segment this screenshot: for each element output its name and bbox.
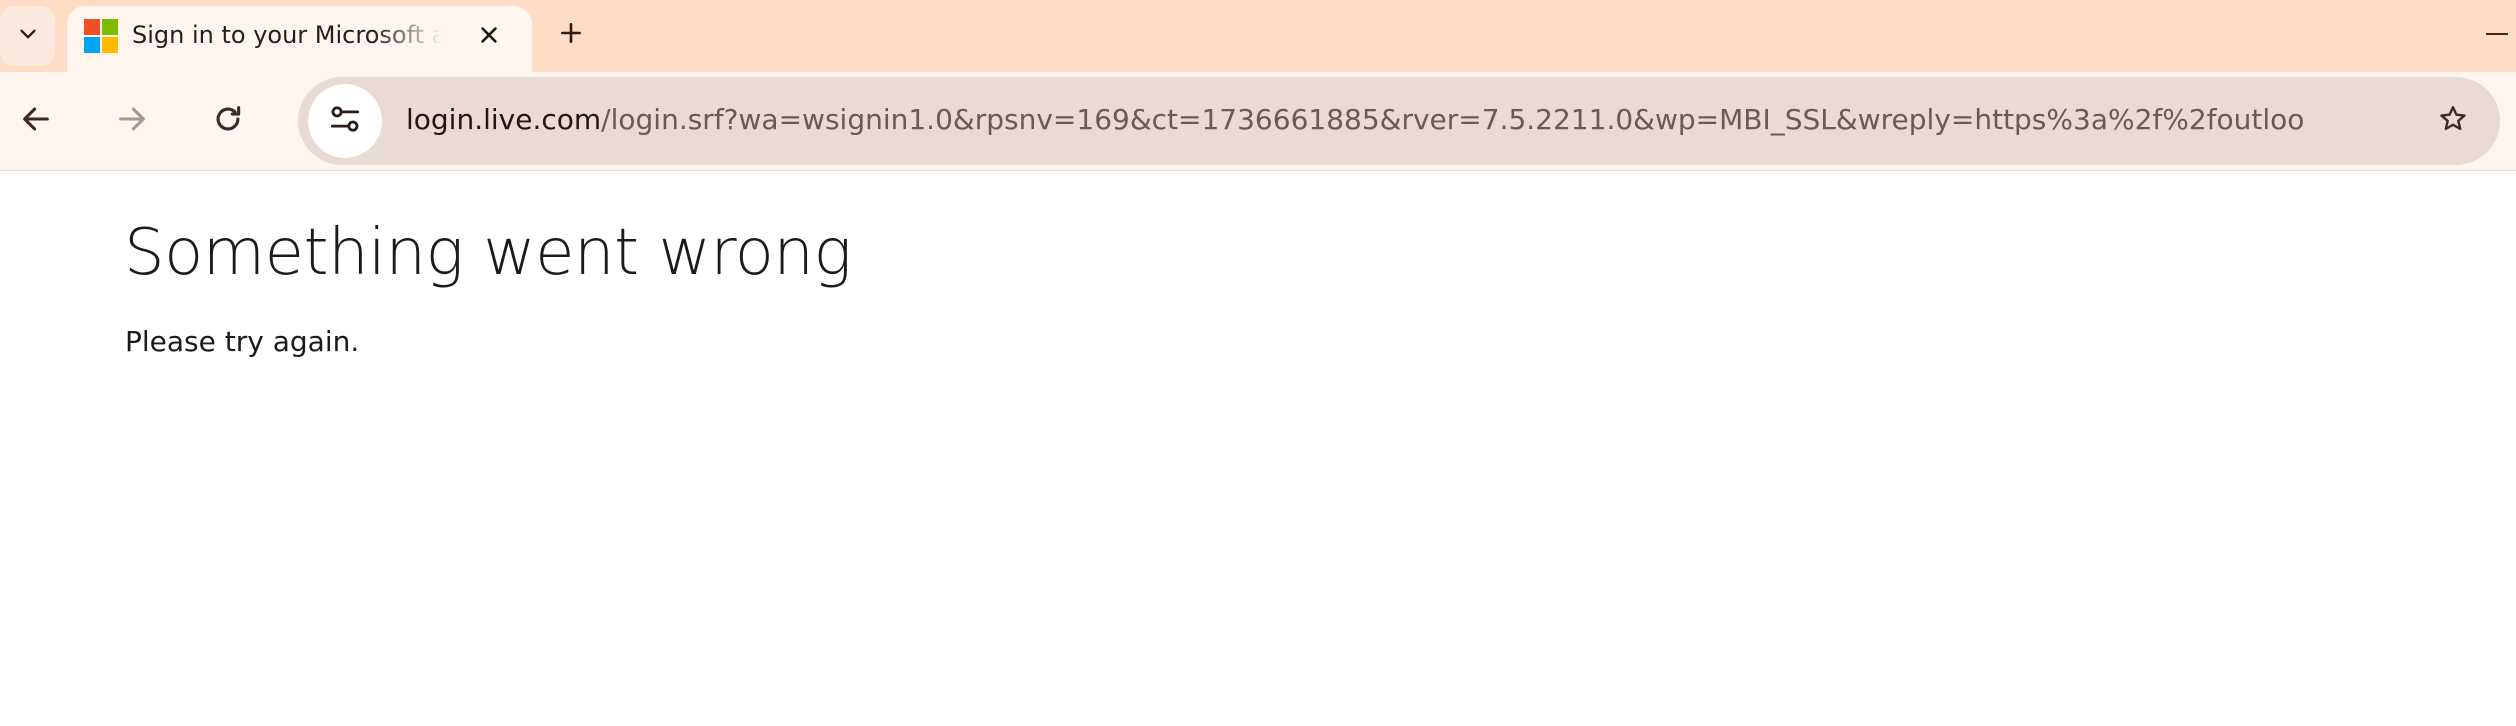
tab-search-button[interactable]	[0, 6, 55, 66]
error-message: Please try again.	[125, 325, 360, 358]
chevron-down-icon	[17, 23, 39, 49]
tab-strip: Sign in to your Microsoft account	[0, 0, 2516, 72]
back-button[interactable]	[11, 96, 61, 146]
reload-icon	[211, 102, 245, 140]
error-heading: Something went wrong	[124, 216, 852, 290]
page-content: Something went wrong Please try again.	[0, 171, 2516, 726]
url-text[interactable]: login.live.com/login.srf?wa=wsignin1.0&r…	[406, 103, 2306, 137]
logo-square-yellow	[102, 37, 118, 53]
minimize-icon	[2486, 33, 2508, 35]
close-icon	[478, 24, 500, 50]
site-info-button[interactable]	[308, 84, 382, 158]
tab-microsoft-sign-in[interactable]: Sign in to your Microsoft account	[67, 6, 532, 72]
tab-close-button[interactable]	[469, 17, 509, 57]
bookmark-button[interactable]	[2428, 96, 2478, 146]
window-minimize-button[interactable]	[2478, 14, 2516, 54]
browser-window: Sign in to your Microsoft account	[0, 0, 2516, 726]
star-icon	[2437, 103, 2469, 139]
reload-button[interactable]	[203, 96, 253, 146]
url-path: /login.srf?wa=wsignin1.0&rpsnv=169&ct=17…	[601, 103, 2306, 136]
forward-button[interactable]	[107, 96, 157, 146]
logo-square-red	[84, 19, 100, 35]
microsoft-logo-icon	[84, 19, 118, 53]
back-arrow-icon	[19, 102, 53, 140]
url-host: login.live.com	[406, 103, 602, 136]
new-tab-button[interactable]	[548, 12, 594, 58]
forward-arrow-icon	[115, 102, 149, 140]
tab-title: Sign in to your Microsoft account	[132, 21, 442, 49]
address-bar[interactable]: login.live.com/login.srf?wa=wsignin1.0&r…	[298, 77, 2500, 165]
logo-square-blue	[84, 37, 100, 53]
plus-icon	[558, 20, 584, 50]
browser-toolbar: login.live.com/login.srf?wa=wsignin1.0&r…	[0, 72, 2516, 171]
logo-square-green	[102, 19, 118, 35]
tune-icon	[326, 100, 364, 142]
